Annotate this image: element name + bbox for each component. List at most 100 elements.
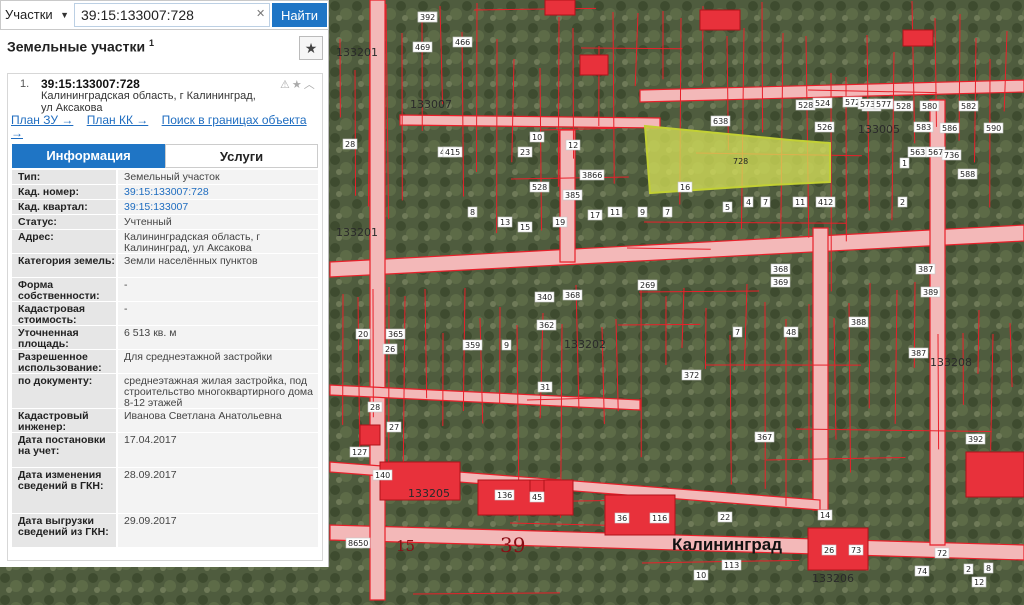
attribute-row: Адрес: Калининградская область, г Калинин… (12, 230, 318, 254)
parcel-number: 3866 (579, 169, 605, 181)
search-button[interactable]: Найти (272, 3, 327, 27)
attribute-value: Земли населённых пунктов (118, 254, 318, 277)
attribute-key: Форма собственности: (12, 278, 116, 302)
svg-text:359: 359 (465, 341, 480, 350)
svg-text:127: 127 (352, 448, 367, 457)
svg-text:392: 392 (420, 13, 435, 22)
svg-text:3866: 3866 (582, 171, 602, 180)
panel-title-text: Земельные участки (7, 38, 146, 55)
parcel-number: 359 (462, 339, 483, 351)
plan-kk-link[interactable]: План КК → (87, 113, 149, 127)
attribute-value: среднеэтажная жилая застройка, под строи… (118, 374, 318, 409)
search-input[interactable] (74, 3, 270, 27)
parcel-number: 469 (412, 41, 433, 53)
svg-text:11: 11 (795, 198, 805, 207)
parcel-number: 368 (562, 289, 583, 301)
svg-text:367: 367 (757, 433, 772, 442)
svg-text:368: 368 (773, 265, 788, 274)
warning-icon[interactable]: ⚠ (280, 79, 292, 91)
parcel-number: 340 (534, 291, 555, 303)
svg-text:590: 590 (986, 124, 1001, 133)
svg-text:116: 116 (652, 514, 667, 523)
svg-text:22: 22 (720, 513, 730, 522)
parcel-number: 17 (587, 209, 603, 221)
parcel-number: 28 (367, 401, 383, 413)
attribute-key: Адрес: (12, 230, 116, 253)
parcel-number: 365 (385, 328, 406, 340)
attribute-row: Дата постановки на учет: 17.04.2017 (12, 433, 318, 468)
svg-text:567: 567 (928, 148, 943, 157)
svg-text:8: 8 (470, 208, 475, 217)
attribute-value: Учтенный (118, 215, 318, 229)
svg-text:28: 28 (370, 403, 380, 412)
result-card: 1. 39:15:133007:728 Калининградская обла… (7, 73, 323, 561)
svg-text:7: 7 (735, 328, 740, 337)
svg-text:10: 10 (696, 571, 706, 580)
parcel-number: 136 (494, 489, 515, 501)
tab-information[interactable]: Информация (12, 144, 165, 168)
attribute-key: Разрешенное использование: (12, 350, 116, 374)
svg-text:362: 362 (539, 321, 554, 330)
svg-text:582: 582 (961, 102, 976, 111)
parcel-number: 583 (913, 121, 934, 133)
attribute-value[interactable]: 39:15:133007:728 (118, 185, 318, 199)
parcel-number: 590 (983, 122, 1004, 134)
svg-text:372: 372 (684, 371, 699, 380)
parcel-number: 269 (637, 279, 658, 291)
parcel-number: 372 (681, 369, 702, 381)
svg-text:415: 415 (445, 148, 460, 157)
svg-text:4: 4 (746, 198, 751, 207)
svg-text:73: 73 (851, 546, 861, 555)
favorites-button[interactable]: ★ (299, 36, 323, 60)
star-icon[interactable]: ★ (292, 79, 304, 91)
svg-text:15: 15 (520, 223, 530, 232)
parcel-number: 22 (717, 511, 733, 523)
svg-text:466: 466 (455, 38, 470, 47)
parcel-number: 36 (614, 512, 630, 524)
plan-zu-link[interactable]: План ЗУ → (11, 113, 73, 127)
svg-text:389: 389 (923, 288, 938, 297)
svg-text:736: 736 (944, 151, 959, 160)
svg-text:577: 577 (876, 100, 891, 109)
attribute-value: 28.09.2017 (118, 468, 318, 513)
city-label: Калининград (672, 535, 782, 554)
parcel-number: 389 (920, 286, 941, 298)
parcel-number: 31 (537, 381, 553, 393)
parcel-number: 586 (939, 122, 960, 134)
object-type-label: Участки (5, 7, 53, 22)
parcel-number: 15 (517, 221, 533, 233)
svg-text:113: 113 (724, 561, 739, 570)
tab-services[interactable]: Услуги (165, 144, 318, 168)
clear-icon[interactable]: ✕ (256, 7, 265, 20)
svg-text:563: 563 (910, 148, 925, 157)
attribute-value[interactable]: 39:15:133007 (118, 200, 318, 214)
svg-text:7: 7 (763, 198, 768, 207)
attribute-value: 29.09.2017 (118, 514, 318, 547)
svg-text:5: 5 (725, 203, 730, 212)
parcel-number: 387 (908, 347, 929, 359)
svg-text:580: 580 (922, 102, 937, 111)
parcel-number: 113 (721, 559, 742, 571)
svg-text:26: 26 (824, 546, 834, 555)
attribute-row: Дата изменения сведений в ГКН: 28.09.2017 (12, 468, 318, 514)
svg-text:140: 140 (375, 471, 390, 480)
object-type-select[interactable]: Участки ▼ (5, 5, 71, 25)
collapse-icon[interactable]: ︿ (304, 79, 317, 91)
attribute-key: Кад. номер: (12, 185, 116, 199)
parcel-number: 415 (442, 146, 463, 158)
result-kad-number[interactable]: 39:15:133007:728 (41, 77, 140, 91)
block-label: 133205 (408, 487, 450, 500)
parcel-number: 11 (792, 196, 808, 208)
svg-text:28: 28 (345, 140, 355, 149)
road-number-label: 39 (500, 533, 525, 557)
svg-text:8650: 8650 (348, 539, 368, 548)
svg-text:12: 12 (974, 578, 984, 587)
svg-text:528: 528 (532, 183, 547, 192)
svg-text:583: 583 (916, 123, 931, 132)
attribute-value: Для среднеэтажной застройки (118, 350, 318, 373)
parcel-number: 23 (517, 146, 533, 158)
block-label: 133201 (336, 46, 378, 59)
svg-text:9: 9 (504, 341, 509, 350)
parcel-number: 14 (817, 509, 833, 521)
svg-text:31: 31 (540, 383, 550, 392)
